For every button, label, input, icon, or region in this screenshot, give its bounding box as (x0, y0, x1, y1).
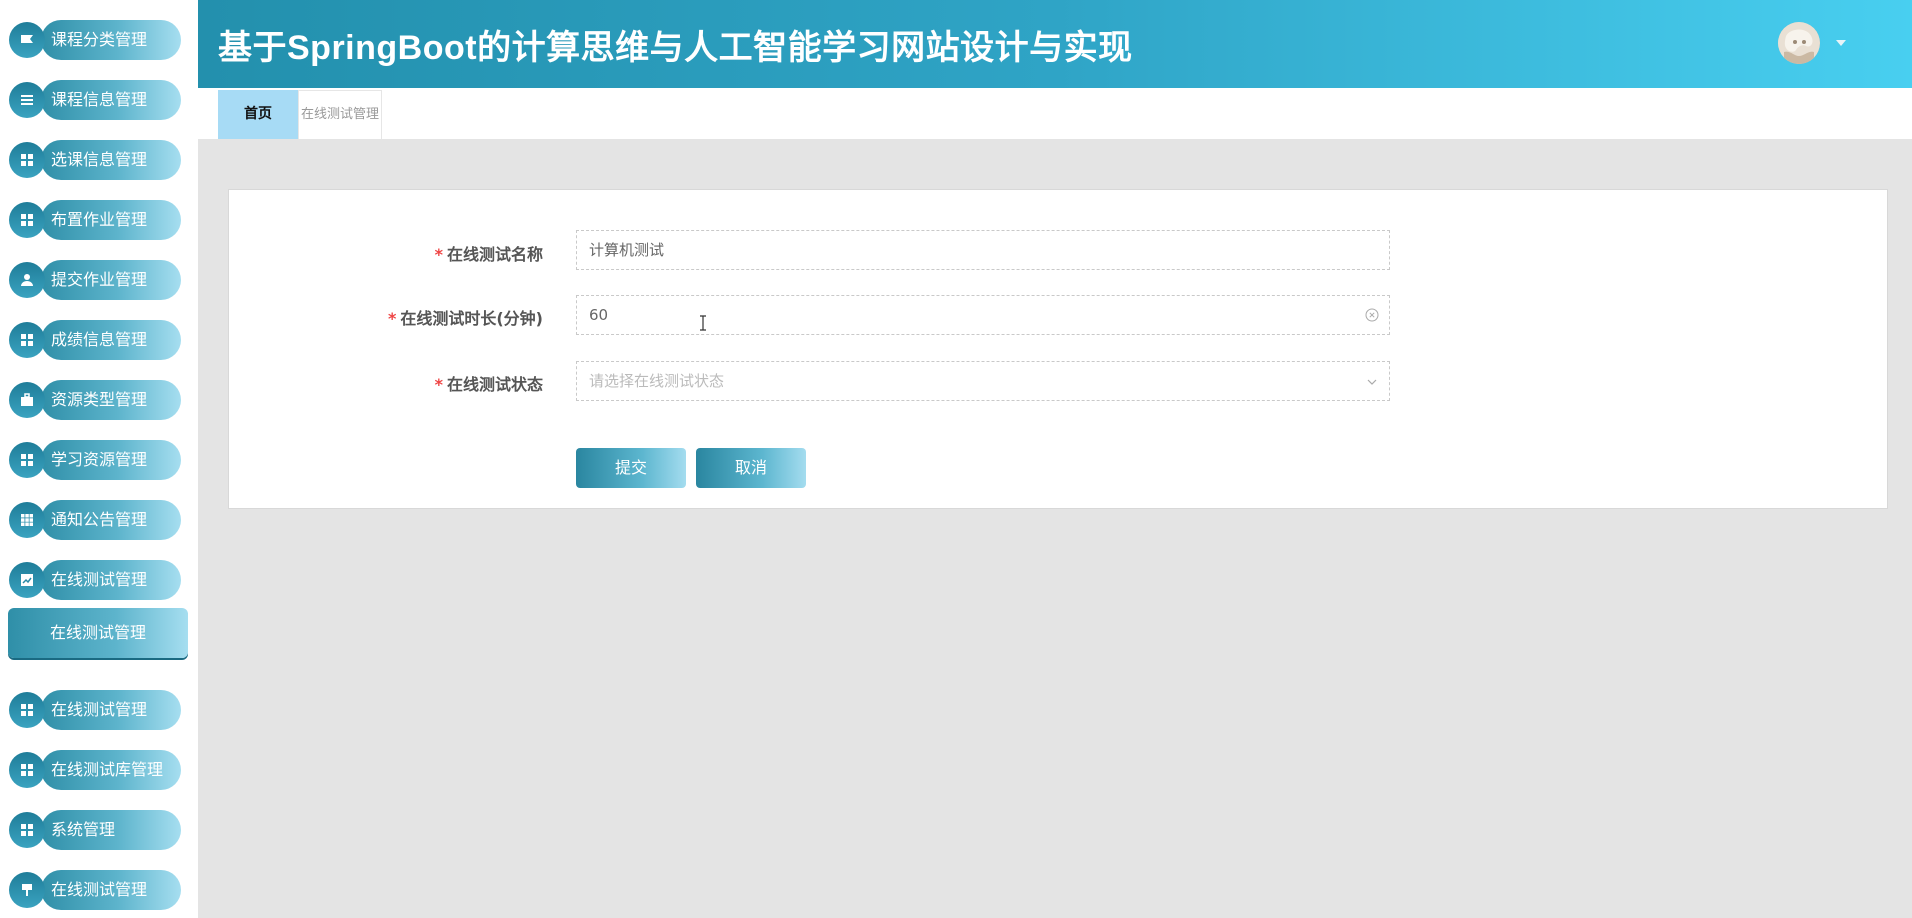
sidebar-item-learning-resource[interactable]: 学习资源管理 (9, 440, 181, 480)
chevron-down-icon (1367, 379, 1377, 385)
grid-icon (9, 692, 45, 728)
sidebar-item-label: 学习资源管理 (41, 440, 181, 480)
tab-home[interactable]: 首页 (218, 90, 298, 139)
sidebar-item-label: 在线测试管理 (41, 560, 181, 600)
sidebar-item-label: 成绩信息管理 (41, 320, 181, 360)
sidebar-item-label: 布置作业管理 (41, 200, 181, 240)
flag-icon (9, 22, 45, 58)
required-mark: * (434, 375, 443, 394)
field-label-text: 在线测试名称 (446, 245, 543, 264)
sidebar-item-online-test[interactable]: 在线测试管理 (9, 560, 181, 600)
pin-icon (9, 872, 45, 908)
test-duration-value: 60 (589, 306, 609, 324)
chevron-down-icon[interactable] (1836, 40, 1846, 46)
sidebar-item-label: 提交作业管理 (41, 260, 181, 300)
grid-icon (9, 812, 45, 848)
app-title: 基于SpringBoot的计算思维与人工智能学习网站设计与实现 (218, 29, 1133, 67)
required-mark: * (387, 309, 397, 328)
sidebar-item-online-test-2[interactable]: 在线测试管理 (9, 690, 181, 730)
top-header: 基于SpringBoot的计算思维与人工智能学习网站设计与实现 (198, 0, 1912, 88)
field-label-test-duration: * 在线测试时长(分钟) (388, 305, 543, 329)
sidebar-item-resource-type[interactable]: 资源类型管理 (9, 380, 181, 420)
sidebar-item-online-test-3[interactable]: 在线测试管理 (9, 870, 181, 910)
submit-button[interactable]: 提交 (576, 448, 686, 488)
cancel-button[interactable]: 取消 (696, 448, 806, 488)
sidebar-item-label: 选课信息管理 (41, 140, 181, 180)
grid-icon (9, 322, 45, 358)
sidebar-item-label: 通知公告管理 (41, 500, 181, 540)
field-label-text: 在线测试状态 (446, 375, 543, 394)
sidebar-item-submit-homework[interactable]: 提交作业管理 (9, 260, 181, 300)
sidebar-item-course-selection[interactable]: 选课信息管理 (9, 140, 181, 180)
sidebar-item-course-category[interactable]: 课程分类管理 (9, 20, 181, 60)
grid-icon (9, 442, 45, 478)
chart-icon (9, 562, 45, 598)
avatar[interactable] (1778, 22, 1820, 64)
sidebar-subitem-online-test-active[interactable]: 在线测试管理 (8, 608, 188, 658)
sidebar-item-assign-homework[interactable]: 布置作业管理 (9, 200, 181, 240)
sidebar-item-label: 课程信息管理 (41, 80, 181, 120)
sidebar-item-label: 系统管理 (41, 810, 181, 850)
user-icon (9, 262, 45, 298)
sidebar-item-course-info[interactable]: 课程信息管理 (9, 80, 181, 120)
sidebar-item-grades[interactable]: 成绩信息管理 (9, 320, 181, 360)
tab-online-test[interactable]: 在线测试管理 (298, 90, 382, 139)
clear-icon[interactable] (1365, 308, 1379, 322)
form-card: * 在线测试名称 计算机测试 * 在线测试时长(分钟) 60 * 在线测试状态 请选择… (228, 189, 1888, 509)
test-status-select[interactable]: 请选择在线测试状态 (576, 361, 1390, 401)
grid-icon (9, 752, 45, 788)
sidebar-item-test-bank[interactable]: 在线测试库管理 (9, 750, 181, 790)
field-label-test-status: * 在线测试状态 (435, 371, 543, 395)
sidebar-item-label: 在线测试管理 (41, 870, 181, 910)
field-label-text: 在线测试时长(分钟) (400, 309, 543, 328)
sidebar-item-label: 在线测试管理 (41, 690, 181, 730)
table-icon (9, 502, 45, 538)
required-mark: * (434, 245, 443, 264)
sidebar: 课程分类管理 课程信息管理 选课信息管理 布置作业管理 提交作业管理 成绩信息管… (0, 0, 198, 918)
grid-icon (9, 202, 45, 238)
sidebar-item-notice[interactable]: 通知公告管理 (9, 500, 181, 540)
test-name-value: 计算机测试 (589, 241, 665, 259)
briefcase-icon (9, 382, 45, 418)
text-cursor-icon (700, 315, 706, 331)
test-status-placeholder: 请选择在线测试状态 (589, 372, 725, 390)
avatar-image-icon (1778, 22, 1820, 64)
sidebar-item-label: 课程分类管理 (41, 20, 181, 60)
tabs-bar: 首页 在线测试管理 (198, 88, 1912, 139)
sidebar-item-system[interactable]: 系统管理 (9, 810, 181, 850)
sidebar-item-label: 资源类型管理 (41, 380, 181, 420)
test-name-input[interactable]: 计算机测试 (576, 230, 1390, 270)
list-icon (9, 82, 45, 118)
grid-icon (9, 142, 45, 178)
field-label-test-name: * 在线测试名称 (435, 241, 543, 265)
sidebar-item-label: 在线测试库管理 (41, 750, 181, 790)
